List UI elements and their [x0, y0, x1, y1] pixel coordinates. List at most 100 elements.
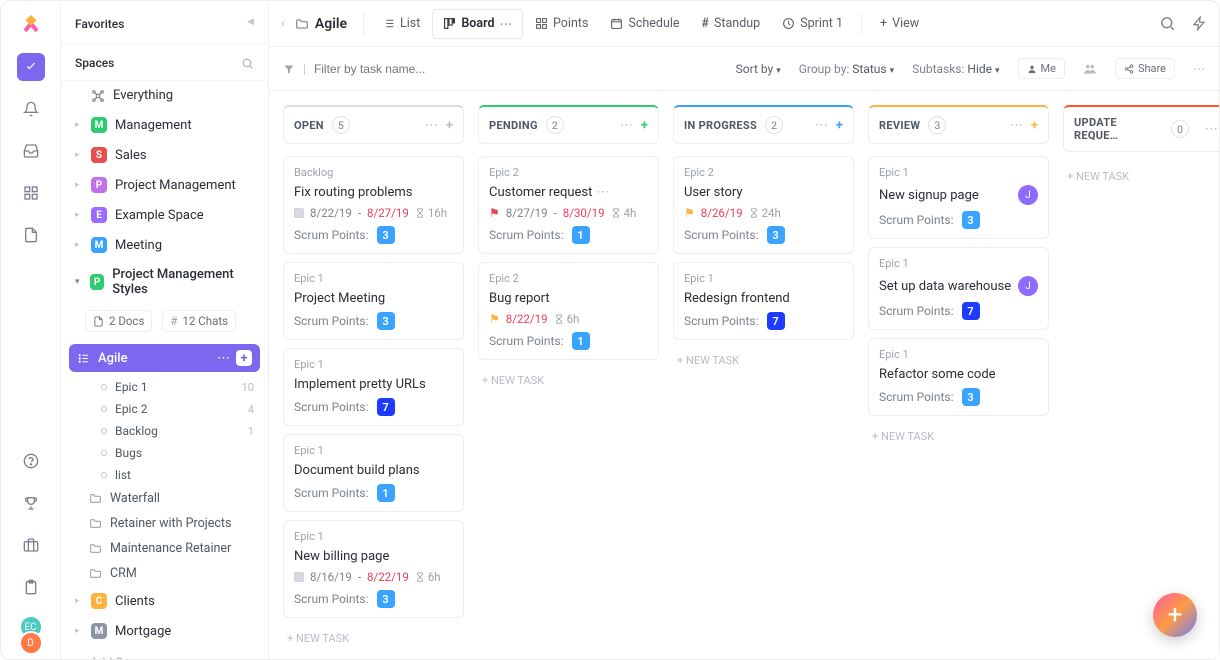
sidebar-space-example-space[interactable]: ▸EExample Space: [61, 200, 268, 230]
sidebar-space-sales[interactable]: ▸SSales: [61, 140, 268, 170]
rail-apps-button[interactable]: [17, 179, 45, 207]
sidebar-folder-retainer-with-projects[interactable]: Retainer with Projects: [61, 511, 268, 536]
task-card[interactable]: Epic 2Customer request⋯⚑8/27/19-8/30/194…: [478, 156, 659, 254]
view-tab-standup[interactable]: #Standup: [692, 9, 771, 39]
points-label: Scrum Points:: [294, 592, 369, 606]
view-tab-sprint-1[interactable]: Sprint 1: [772, 9, 853, 39]
me-button[interactable]: Me: [1018, 58, 1065, 79]
column-header[interactable]: UPDATE REQUE…0⋯+: [1063, 105, 1219, 152]
sidebar-list-list[interactable]: list: [61, 464, 268, 486]
sidebar-list-backlog[interactable]: Backlog1: [61, 420, 268, 442]
collapse-sidebar-icon[interactable]: ◀: [247, 17, 254, 27]
task-card[interactable]: Epic 1Document build plansScrum Points:1: [283, 434, 464, 512]
task-card[interactable]: Epic 1Implement pretty URLsScrum Points:…: [283, 348, 464, 426]
sidebar-space-project-management[interactable]: ▸PProject Management: [61, 170, 268, 200]
rail-trophy-button[interactable]: [17, 489, 45, 517]
sidebar-list-agile[interactable]: Agile ⋯ +: [69, 344, 260, 372]
collapse-left-icon[interactable]: ‹: [281, 16, 291, 31]
rail-help-button[interactable]: [17, 447, 45, 475]
search-spaces-icon[interactable]: [241, 57, 254, 70]
assignees-icon[interactable]: [1083, 62, 1097, 76]
new-task-button[interactable]: + NEW TASK: [868, 424, 1049, 449]
view-tab-points[interactable]: Points: [525, 9, 598, 39]
column-add-icon[interactable]: +: [641, 118, 648, 133]
sidebar-folder-waterfall[interactable]: Waterfall: [61, 486, 268, 511]
add-view-button[interactable]: +View: [870, 10, 929, 37]
column-add-icon[interactable]: +: [446, 118, 453, 133]
view-tab-schedule[interactable]: Schedule: [600, 9, 689, 39]
task-card[interactable]: Epic 1Project MeetingScrum Points:3: [283, 262, 464, 340]
rail-docs-button[interactable]: [17, 221, 45, 249]
rail-home-button[interactable]: [17, 53, 45, 81]
sidebar-space-mortgage[interactable]: ▸MMortgage: [61, 616, 268, 646]
agile-add-icon[interactable]: +: [236, 350, 252, 366]
chats-chip[interactable]: #12 Chats: [162, 310, 236, 332]
filter-icon[interactable]: [283, 63, 295, 75]
rail-briefcase-button[interactable]: [17, 531, 45, 559]
column-more-icon[interactable]: ⋯: [620, 118, 633, 133]
assignee-avatar[interactable]: J: [1018, 185, 1038, 205]
space-letter-badge: M: [91, 623, 107, 639]
column-add-icon[interactable]: +: [1031, 118, 1038, 133]
search-icon[interactable]: [1159, 15, 1176, 32]
rail-notifications-button[interactable]: [17, 95, 45, 123]
view-tab-board[interactable]: Board⋯: [432, 9, 523, 39]
list-icon: [77, 352, 90, 365]
view-tab-list[interactable]: List: [372, 9, 430, 39]
sidebar-list-epic-1[interactable]: Epic 110: [61, 376, 268, 398]
rail-inbox-button[interactable]: [17, 137, 45, 165]
view-more-icon[interactable]: ⋯: [500, 16, 513, 32]
create-fab[interactable]: +: [1153, 593, 1197, 637]
sort-button[interactable]: Sort by ▾: [736, 62, 781, 76]
add-space-button[interactable]: +Add Space: [61, 646, 268, 659]
task-card[interactable]: Epic 2Bug report⚑8/22/196hScrum Points:1: [478, 262, 659, 360]
task-card[interactable]: Epic 1Set up data warehouseJScrum Points…: [868, 247, 1049, 330]
sidebar-space-meeting[interactable]: ▸MMeeting: [61, 230, 268, 260]
bolt-icon[interactable]: [1192, 16, 1207, 31]
column-add-icon[interactable]: +: [836, 118, 843, 133]
task-card[interactable]: Epic 1New billing page8/16/19-8/22/196hS…: [283, 520, 464, 618]
column-header[interactable]: OPEN5⋯+: [283, 105, 464, 144]
share-button[interactable]: Share: [1115, 58, 1175, 79]
new-task-button[interactable]: + NEW TASK: [478, 368, 659, 393]
avatar[interactable]: D: [19, 631, 43, 655]
docs-chip[interactable]: 2 Docs: [85, 310, 152, 332]
sidebar-spaces-header[interactable]: Spaces: [61, 44, 268, 81]
assignee-avatar[interactable]: J: [1018, 276, 1038, 296]
sidebar-list-epic-2[interactable]: Epic 24: [61, 398, 268, 420]
sidebar-space-management[interactable]: ▸MManagement: [61, 110, 268, 140]
column-more-icon[interactable]: ⋯: [425, 118, 438, 133]
new-task-button[interactable]: + NEW TASK: [1063, 164, 1219, 189]
breadcrumb[interactable]: Agile: [295, 16, 355, 32]
column-more-icon[interactable]: ⋯: [1010, 118, 1023, 133]
sidebar-favorites-header[interactable]: Favorites ◀: [61, 1, 268, 44]
rail-clipboard-button[interactable]: [17, 573, 45, 601]
sidebar-everything[interactable]: Everything: [61, 81, 268, 110]
column-header[interactable]: REVIEW3⋯+: [868, 105, 1049, 144]
column-more-icon[interactable]: ⋯: [815, 118, 828, 133]
subtasks-button[interactable]: Subtasks: Hide ▾: [912, 62, 999, 76]
sidebar-folder-maintenance-retainer[interactable]: Maintenance Retainer: [61, 536, 268, 561]
column-header[interactable]: PENDING2⋯+: [478, 105, 659, 144]
task-card[interactable]: Epic 1Redesign frontendScrum Points:7: [673, 262, 854, 340]
agile-more-icon[interactable]: ⋯: [217, 351, 230, 366]
toolbar-more-icon[interactable]: ⋯: [1193, 62, 1205, 76]
task-card[interactable]: Epic 1New signup pageJScrum Points:3: [868, 156, 1049, 239]
filter-input[interactable]: [314, 62, 469, 76]
task-card[interactable]: Epic 1Refactor some codeScrum Points:3: [868, 338, 1049, 416]
group-button[interactable]: Group by: Status ▾: [799, 62, 894, 76]
sidebar-folder-crm[interactable]: CRM: [61, 561, 268, 586]
column-more-icon[interactable]: ⋯: [1205, 122, 1218, 137]
points-badge: 1: [572, 226, 590, 244]
task-card[interactable]: Epic 2User story⚑8/26/1924hScrum Points:…: [673, 156, 854, 254]
new-task-button[interactable]: + NEW TASK: [283, 626, 464, 651]
task-card[interactable]: BacklogFix routing problems8/22/19-8/27/…: [283, 156, 464, 254]
new-task-button[interactable]: + NEW TASK: [673, 348, 854, 373]
sidebar-list-bugs[interactable]: Bugs: [61, 442, 268, 464]
sidebar-space-clients[interactable]: ▸CClients: [61, 586, 268, 616]
sidebar-space-pms[interactable]: ▾ P Project Management Styles: [61, 260, 268, 304]
column-header[interactable]: IN PROGRESS2⋯+: [673, 105, 854, 144]
card-title: New billing page: [294, 549, 389, 564]
rail-avatars[interactable]: ECD: [19, 615, 43, 647]
points-badge: 1: [572, 332, 590, 350]
